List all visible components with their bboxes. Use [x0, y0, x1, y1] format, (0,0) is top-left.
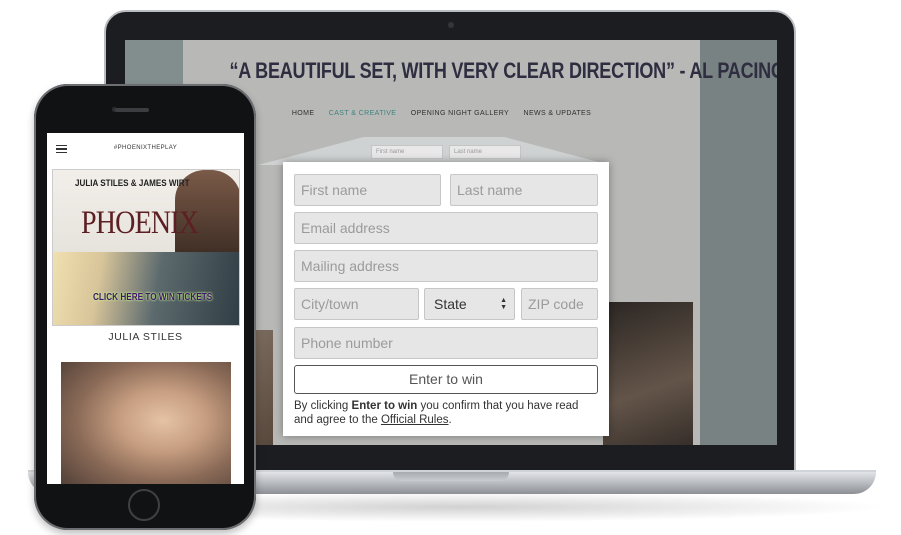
phone-speaker [115, 108, 149, 112]
last-name-input[interactable] [450, 174, 598, 206]
entry-form: State ▲▼ Enter to win By clicking Enter … [283, 162, 609, 436]
ghost-last-name: Last name [449, 145, 521, 159]
laptop-camera [448, 22, 454, 28]
official-rules-link[interactable]: Official Rules [381, 414, 449, 426]
win-tickets-link[interactable]: CLICK HERE TO WIN TICKETS [93, 292, 212, 303]
ghost-first-name: First name [371, 145, 443, 159]
disclaimer-text: By clicking Enter to win you confirm tha… [294, 400, 600, 427]
poster-names: JULIA STILES & JAMES WIRT [75, 178, 190, 189]
poster-title: PHOENIX [81, 205, 199, 241]
email-input[interactable] [294, 212, 598, 244]
updown-arrows-icon: ▲ ▼ [500, 297, 507, 311]
laptop-notch [393, 472, 509, 481]
disclaimer-bold: Enter to win [351, 400, 418, 412]
state-select-value: State [434, 296, 467, 312]
phone-hashtag: #PHOENIXTHEPLAY [113, 145, 178, 151]
city-input[interactable] [294, 288, 419, 320]
phone-input[interactable] [294, 327, 598, 359]
disclaimer-suffix: . [448, 413, 452, 426]
phone-screen: #PHOENIXTHEPLAY JULIA STILES & JAMES WIR… [47, 133, 244, 484]
phone-home-button[interactable] [128, 489, 160, 521]
disclaimer-prefix: By clicking [294, 400, 352, 412]
enter-to-win-button[interactable]: Enter to win [294, 365, 598, 394]
actor-name: JULIA STILES [108, 331, 183, 343]
mailing-address-input[interactable] [294, 250, 598, 282]
poster-actress-image [53, 252, 239, 325]
state-select[interactable]: State ▲ ▼ [424, 288, 515, 320]
phoenix-poster[interactable]: JULIA STILES & JAMES WIRT PHOENIX CLICK … [52, 169, 240, 326]
first-name-input[interactable] [294, 174, 441, 206]
actor-photo [61, 362, 231, 484]
zip-input[interactable] [521, 288, 598, 320]
